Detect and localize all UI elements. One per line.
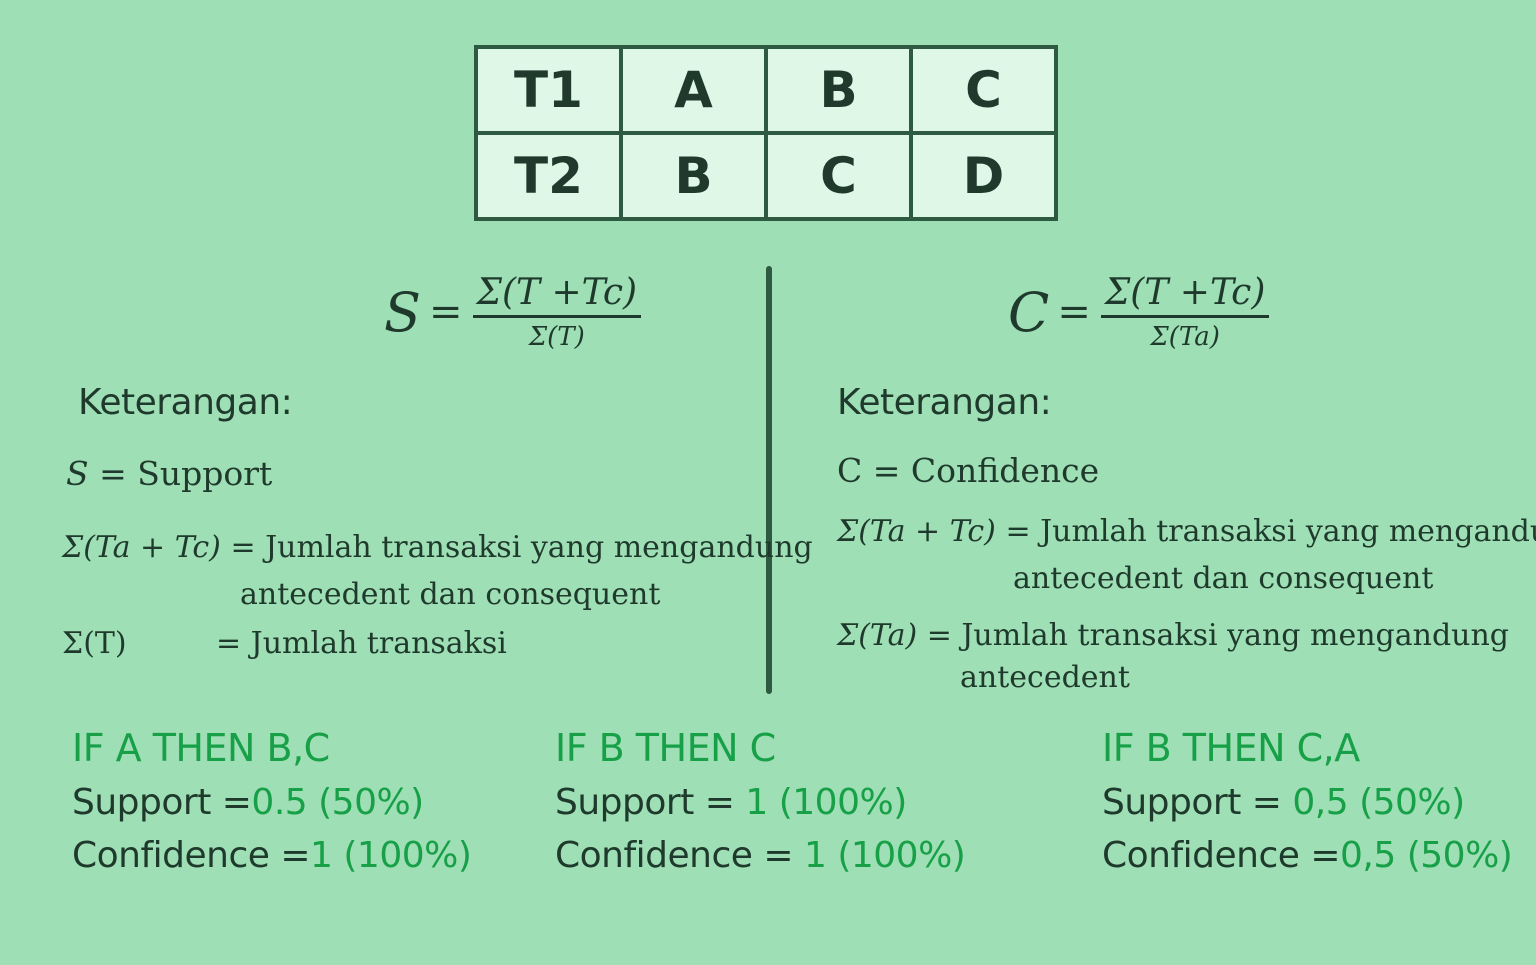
legend-support-text: = Support: [99, 454, 273, 493]
rule-confidence-label: Confidence =: [1102, 835, 1341, 876]
rule-confidence-value: 1 (100%): [310, 835, 472, 876]
support-denominator: Σ(T): [528, 322, 585, 352]
table-cell-item: A: [619, 45, 768, 135]
legend-support-line: S = Support: [66, 454, 272, 493]
table-cell-item: C: [764, 131, 913, 221]
legend-right-sum-tatc-text-continued: antecedent dan consequent: [1013, 561, 1434, 596]
transaction-table: T1 A B C T2 B C D: [474, 45, 1058, 221]
legend-sum-t-symbol: Σ(T): [62, 626, 127, 661]
legend-sum-ta-line: Σ(Ta) = Jumlah transaksi yang mengandung: [837, 618, 1509, 653]
legend-sum-ta-symbol: Σ(Ta): [837, 618, 918, 653]
table-cell-transaction-id: T1: [474, 45, 623, 135]
support-fraction: Σ(T +Tc) Σ(T): [472, 272, 642, 352]
rule-block: IF B THEN C Support = 1 (100%) Confidenc…: [555, 726, 966, 876]
rule-support-label: Support =: [72, 782, 252, 823]
rule-confidence: Confidence =1 (100%): [72, 835, 472, 876]
table-cell-transaction-id: T2: [474, 131, 623, 221]
right-legend-heading: Keterangan:: [837, 382, 1052, 423]
support-formula: S = Σ(T +Tc) Σ(T): [384, 272, 642, 352]
legend-sum-t-text: = Jumlah transaksi: [216, 626, 507, 661]
rule-support: Support = 0,5 (50%): [1102, 782, 1512, 823]
legend-sum-ta-text-continued: antecedent: [960, 660, 1130, 695]
rule-confidence-label: Confidence =: [555, 835, 794, 876]
table-cell-item: B: [619, 131, 768, 221]
table-cell-item: C: [909, 45, 1058, 135]
confidence-formula-equals: =: [1057, 289, 1091, 335]
table-row: T1 A B C: [474, 45, 1058, 135]
rule-title: IF B THEN C: [555, 726, 776, 770]
legend-sum-ta-text: = Jumlah transaksi yang mengandung: [926, 618, 1510, 653]
rule-support-label: Support =: [1102, 782, 1282, 823]
legend-right-sum-tatc-line: Σ(Ta + Tc) = Jumlah transaksi yang menga…: [837, 514, 1536, 549]
legend-right-sum-tatc-symbol: Σ(Ta + Tc): [837, 514, 996, 549]
rule-confidence-label: Confidence =: [72, 835, 311, 876]
legend-sum-tatc-line: Σ(Ta + Tc) = Jumlah transaksi yang menga…: [62, 530, 813, 565]
confidence-denominator: Σ(Ta): [1150, 322, 1220, 352]
table-cell-item: B: [764, 45, 913, 135]
rule-confidence-value: 1 (100%): [803, 835, 966, 876]
support-formula-equals: =: [429, 289, 463, 335]
legend-sum-tatc-symbol: Σ(Ta + Tc): [62, 530, 221, 565]
rule-support-label: Support =: [555, 782, 735, 823]
legend-right-sum-tatc-text: = Jumlah transaksi yang mengandung: [1005, 514, 1536, 549]
vertical-divider: [766, 266, 772, 694]
confidence-numerator: Σ(T +Tc): [1100, 272, 1270, 318]
legend-sum-tatc-text-continued: antecedent dan consequent: [240, 577, 661, 612]
rule-block: IF B THEN C,A Support = 0,5 (50%) Confid…: [1102, 726, 1513, 876]
legend-sum-tatc-text: = Jumlah transaksi yang mengandung: [230, 530, 813, 565]
rule-title: IF A THEN B,C: [72, 726, 330, 770]
rule-block: IF A THEN B,C Support =0.5 (50%) Confide…: [72, 726, 472, 876]
confidence-fraction: Σ(T +Tc) Σ(Ta): [1100, 272, 1270, 352]
rule-support: Support =0.5 (50%): [72, 782, 471, 823]
rule-confidence-value: 0,5 (50%): [1340, 835, 1513, 876]
support-formula-symbol: S: [384, 280, 421, 344]
confidence-formula-symbol: C: [1008, 280, 1050, 344]
rule-confidence: Confidence =0,5 (50%): [1102, 835, 1513, 876]
rule-support-value: 1 (100%): [745, 782, 907, 823]
rule-support: Support = 1 (100%): [555, 782, 965, 823]
rule-title: IF B THEN C,A: [1102, 726, 1360, 770]
rule-support-value: 0,5 (50%): [1292, 782, 1465, 823]
rule-confidence: Confidence = 1 (100%): [555, 835, 966, 876]
table-row: T2 B C D: [474, 131, 1058, 221]
confidence-formula: C = Σ(T +Tc) Σ(Ta): [1008, 272, 1270, 352]
legend-support-symbol: S: [66, 454, 89, 493]
table-cell-item: D: [909, 131, 1058, 221]
rule-support-value: 0.5 (50%): [251, 782, 424, 823]
legend-confidence-line: C = Confidence: [837, 451, 1100, 490]
left-legend-heading: Keterangan:: [78, 382, 293, 423]
support-numerator: Σ(T +Tc): [472, 272, 642, 318]
